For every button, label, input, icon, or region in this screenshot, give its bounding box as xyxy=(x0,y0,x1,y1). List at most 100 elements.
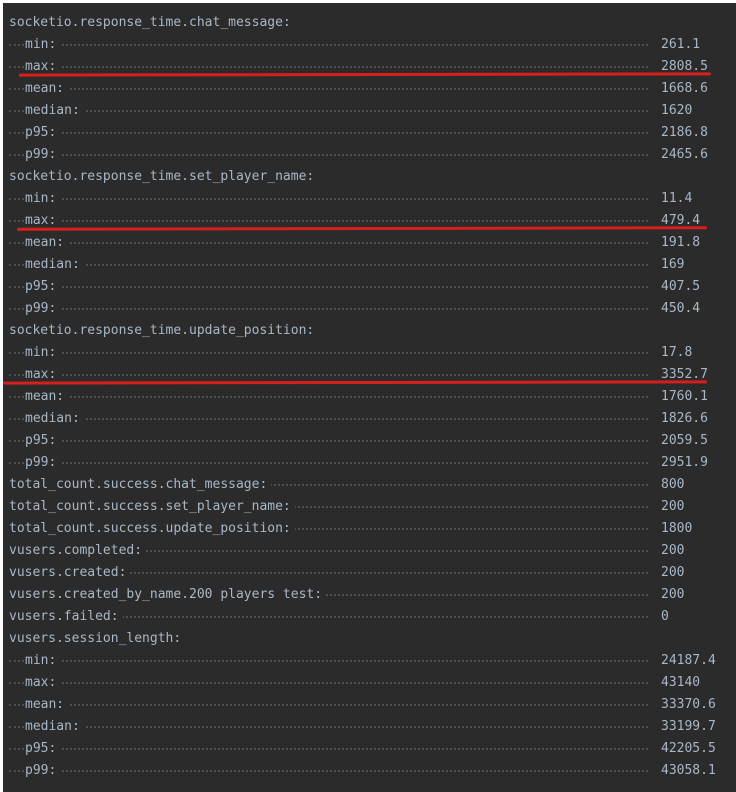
dot-leader xyxy=(9,704,648,706)
metric-label: min: xyxy=(25,34,61,56)
metric-label: socketio.response_time.set_player_name: xyxy=(9,166,319,188)
dot-leader xyxy=(9,440,648,442)
metric-value: 2059.5 xyxy=(657,430,708,452)
dot-leader xyxy=(9,264,648,266)
metric-group-line: socketio.response_time.update_position: xyxy=(3,320,736,342)
metric-value: 1760.1 xyxy=(657,386,708,408)
metric-label: total_count.success.update_position: xyxy=(9,518,295,540)
metric-label: p95: xyxy=(25,430,61,452)
metric-value: 43058.1 xyxy=(657,760,716,782)
metric-label: min: xyxy=(25,342,61,364)
metric-stat-line: median: 1826.6 xyxy=(3,408,736,430)
metric-group-line: socketio.response_time.set_player_name: xyxy=(3,166,736,188)
dot-leader xyxy=(9,242,648,244)
metric-value: 261.1 xyxy=(657,34,701,56)
metric-value: 169 xyxy=(657,254,685,276)
metric-stat-line: median: 33199.7 xyxy=(3,716,736,738)
metric-stat-line: min: 11.4 xyxy=(3,188,736,210)
metric-stat-line: p99: 2465.6 xyxy=(3,144,736,166)
metric-stat-line: min: 24187.4 xyxy=(3,650,736,672)
dot-leader xyxy=(9,44,648,46)
dot-leader xyxy=(9,462,648,464)
metric-stat-line: median: 169 xyxy=(3,254,736,276)
metric-value: 200 xyxy=(657,540,685,562)
metric-label: median: xyxy=(25,716,84,738)
metric-label: vusers.created: xyxy=(9,562,131,584)
metric-group-line: vusers.created_by_name.200 players test:… xyxy=(3,584,736,606)
dot-leader xyxy=(9,66,648,68)
metric-label: p99: xyxy=(25,144,61,166)
metric-label: p99: xyxy=(25,298,61,320)
metric-stat-line: median: 1620 xyxy=(3,100,736,122)
metric-label: median: xyxy=(25,100,84,122)
metric-stat-line: min: 17.8 xyxy=(3,342,736,364)
dot-leader xyxy=(9,352,648,354)
terminal-output: socketio.response_time.chat_message: min:… xyxy=(3,3,736,792)
metric-label: total_count.success.chat_message: xyxy=(9,474,272,496)
metric-value: 800 xyxy=(657,474,685,496)
metric-label: median: xyxy=(25,408,84,430)
dot-leader xyxy=(9,418,648,420)
metric-value: 1826.6 xyxy=(657,408,708,430)
metric-label: total_count.success.set_player_name: xyxy=(9,496,295,518)
dot-leader xyxy=(9,154,648,156)
metric-label: p95: xyxy=(25,738,61,760)
metric-group-line: total_count.success.chat_message: 800 xyxy=(3,474,736,496)
metric-value: 407.5 xyxy=(657,276,701,298)
metric-value: 200 xyxy=(657,496,685,518)
metric-label: p95: xyxy=(25,122,61,144)
dot-leader xyxy=(9,396,648,398)
metric-value: 11.4 xyxy=(657,188,693,210)
dot-leader xyxy=(9,286,648,288)
metric-value: 33199.7 xyxy=(657,716,716,738)
metric-stat-line: p95: 2059.5 xyxy=(3,430,736,452)
metric-stat-line: mean: 33370.6 xyxy=(3,694,736,716)
metric-stat-line: p95: 42205.5 xyxy=(3,738,736,760)
metric-group-line: total_count.success.set_player_name: 200 xyxy=(3,496,736,518)
metric-value: 43140 xyxy=(657,672,701,694)
metric-stat-line: p99: 2951.9 xyxy=(3,452,736,474)
metric-label: vusers.completed: xyxy=(9,540,147,562)
metric-group-line: vusers.session_length: xyxy=(3,628,736,650)
metric-label: p95: xyxy=(25,276,61,298)
metric-group-line: socketio.response_time.chat_message: xyxy=(3,12,736,34)
metric-label: mean: xyxy=(25,232,69,254)
metric-stat-line: p95: 407.5 xyxy=(3,276,736,298)
metric-label: min: xyxy=(25,650,61,672)
metric-group-line: total_count.success.update_position: 1800 xyxy=(3,518,736,540)
metrics-report: socketio.response_time.chat_message: min:… xyxy=(3,12,736,782)
metric-label: socketio.response_time.update_position: xyxy=(9,320,319,342)
dot-leader xyxy=(9,88,648,90)
metric-value: 42205.5 xyxy=(657,738,716,760)
metric-value: 2186.8 xyxy=(657,122,708,144)
metric-group-line: vusers.created: 200 xyxy=(3,562,736,584)
dot-leader xyxy=(9,220,648,222)
metric-label: mean: xyxy=(25,78,69,100)
metric-stat-line: p95: 2186.8 xyxy=(3,122,736,144)
dot-leader xyxy=(9,132,648,134)
metric-label: vusers.created_by_name.200 players test: xyxy=(9,584,327,606)
metric-label: socketio.response_time.chat_message: xyxy=(9,12,295,34)
metric-value: 1668.6 xyxy=(657,78,708,100)
metric-stat-line: mean: 1668.6 xyxy=(3,78,736,100)
dot-leader xyxy=(9,726,648,728)
metric-stat-line: min: 261.1 xyxy=(3,34,736,56)
metric-label: mean: xyxy=(25,386,69,408)
dot-leader xyxy=(9,374,648,376)
metric-label: vusers.failed: xyxy=(9,606,123,628)
metric-value: 1620 xyxy=(657,100,693,122)
metric-value: 24187.4 xyxy=(657,650,716,672)
metric-group-line: vusers.completed: 200 xyxy=(3,540,736,562)
metric-value: 0 xyxy=(657,606,669,628)
metric-value: 450.4 xyxy=(657,298,701,320)
metric-label: mean: xyxy=(25,694,69,716)
dot-leader xyxy=(9,682,648,684)
metric-label: min: xyxy=(25,188,61,210)
dot-leader xyxy=(9,308,648,310)
metric-value: 17.8 xyxy=(657,342,693,364)
metric-value: 2465.6 xyxy=(657,144,708,166)
metric-label: max: xyxy=(25,672,61,694)
metric-stat-line: p99: 43058.1 xyxy=(3,760,736,782)
dot-leader xyxy=(9,770,648,772)
metric-label: median: xyxy=(25,254,84,276)
